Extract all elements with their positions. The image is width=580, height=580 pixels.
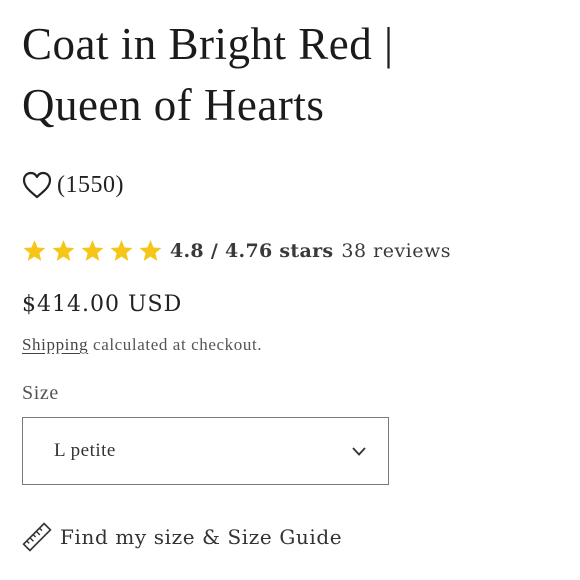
size-selected-value: L petite <box>54 440 116 461</box>
shipping-link[interactable]: Shipping <box>22 335 88 354</box>
rating-score: 4.8 / 4.76 stars <box>170 240 334 262</box>
reviews-link[interactable]: 38 reviews <box>341 240 451 262</box>
size-guide-button[interactable]: Find my size & Size Guide <box>22 520 342 554</box>
shipping-note: Shipping calculated at checkout. <box>22 335 262 355</box>
product-price: $414.00 USD <box>22 292 183 317</box>
star-icon <box>22 239 47 263</box>
favorite-button[interactable]: (1550) <box>22 168 124 202</box>
size-label: Size <box>22 382 59 404</box>
star-icon <box>51 239 76 263</box>
star-icon <box>109 239 134 263</box>
size-select[interactable]: L petite <box>22 417 389 485</box>
product-title: Coat in Bright Red | Queen of Hearts <box>22 14 562 136</box>
chevron-down-icon[interactable] <box>352 447 366 456</box>
shipping-note-text: calculated at checkout. <box>88 335 263 354</box>
heart-icon[interactable] <box>22 171 52 199</box>
star-icon <box>80 239 105 263</box>
star-rating <box>22 239 163 263</box>
size-guide-label: Find my size & Size Guide <box>60 525 343 549</box>
ruler-icon <box>22 522 52 552</box>
product-title-line-2: Queen of Hearts <box>22 80 325 130</box>
star-icon <box>138 239 163 263</box>
favorite-count: (1550) <box>57 171 124 198</box>
product-title-line-1: Coat in Bright Red | <box>22 19 394 69</box>
rating-summary: 4.8 / 4.76 stars 38 reviews <box>22 236 451 266</box>
